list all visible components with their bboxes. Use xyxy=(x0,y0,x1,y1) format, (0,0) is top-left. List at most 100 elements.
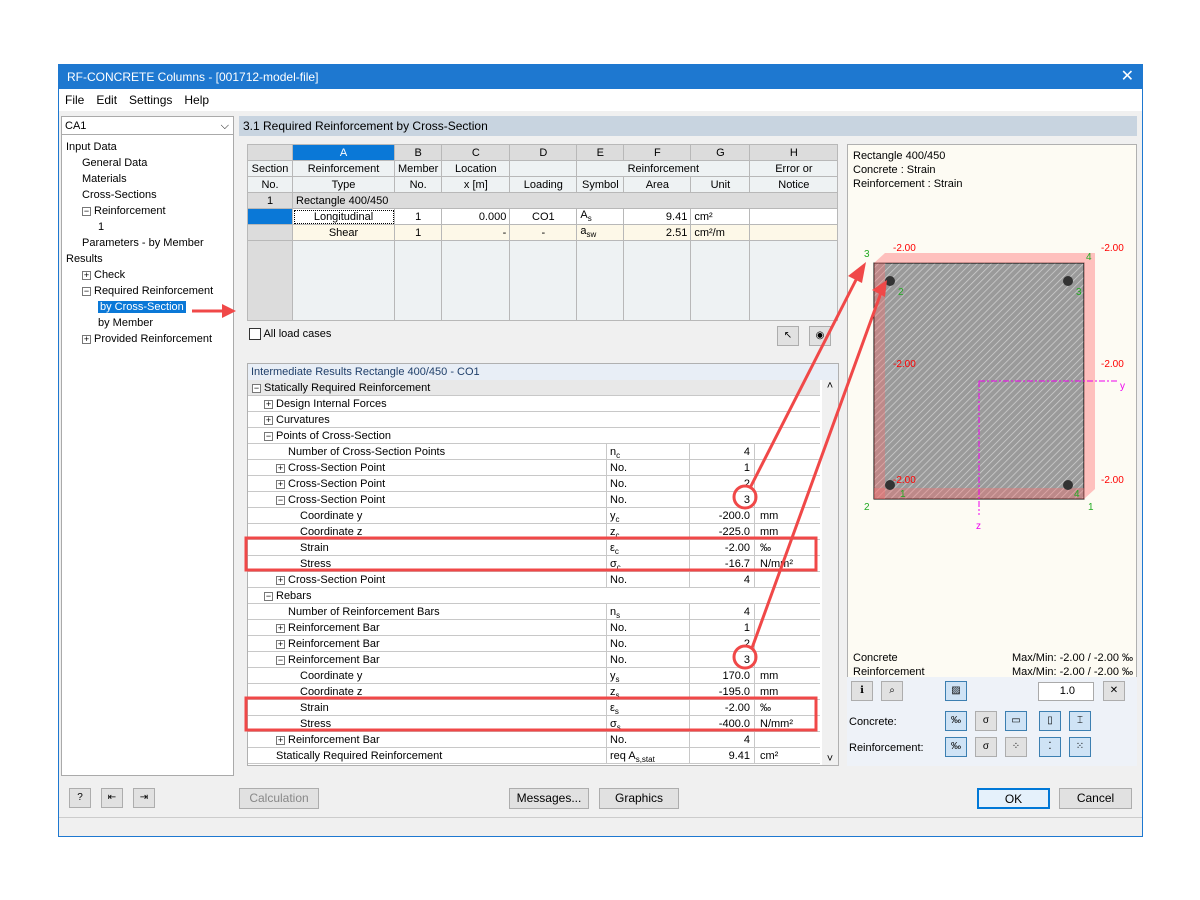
tree-row[interactable]: Stress σc -16.7 N/mm² xyxy=(248,556,820,572)
rebar-points-icon[interactable]: ⁙ xyxy=(1069,737,1091,757)
nav-item[interactable]: by Member xyxy=(98,315,153,331)
rebar-section-icon[interactable]: ⁚ xyxy=(1039,737,1061,757)
graphics-button[interactable]: Graphics xyxy=(599,788,679,809)
collapse-icon[interactable]: − xyxy=(82,206,91,216)
column-header-e[interactable]: E xyxy=(576,144,625,161)
nav-item[interactable]: Materials xyxy=(82,171,127,187)
tree-row[interactable]: − Reinforcement Bar No. 3 xyxy=(248,652,820,668)
expand-icon[interactable]: + xyxy=(276,479,285,489)
expand-icon[interactable]: + xyxy=(82,334,91,344)
tree-row[interactable]: − Rebars xyxy=(248,588,820,604)
rebar-strain-icon[interactable]: ‰ xyxy=(945,737,967,757)
all-load-cases-checkbox[interactable]: All load cases xyxy=(249,328,331,341)
tree-row[interactable]: + Cross-Section Point No. 1 xyxy=(248,460,820,476)
nav-item[interactable]: Parameters - by Member xyxy=(82,235,204,251)
expand-icon[interactable]: + xyxy=(276,639,285,649)
cross-section-graphic[interactable]: -2.00 -2.00 -2.00 -2.00 -2.00 -2.00 1 2 … xyxy=(848,145,1138,565)
calculation-button[interactable]: Calculation xyxy=(239,788,319,809)
nav-item[interactable]: 1 xyxy=(98,219,104,235)
concrete-values-icon[interactable]: ▭ xyxy=(1005,711,1027,731)
tree-row[interactable]: + Cross-Section Point No. 2 xyxy=(248,476,820,492)
eye-icon[interactable]: ◉ xyxy=(809,326,831,346)
export-icon[interactable]: ⇥ xyxy=(133,788,155,808)
case-select[interactable]: CA1 ⌵ xyxy=(62,117,233,135)
nav-item[interactable]: − Required Reinforcement xyxy=(82,283,213,299)
expand-icon[interactable]: + xyxy=(264,415,273,425)
tree-row[interactable]: Coordinate z zs -195.0 mm xyxy=(248,684,820,700)
menu-file[interactable]: File xyxy=(65,93,84,107)
column-header-b[interactable]: B xyxy=(393,144,443,161)
column-header-a[interactable]: A xyxy=(292,144,395,161)
header-type2: Type xyxy=(292,176,395,193)
help-icon[interactable]: ? xyxy=(69,788,91,808)
tree-row[interactable]: − Cross-Section Point No. 3 xyxy=(248,492,820,508)
column-header-h[interactable]: H xyxy=(749,144,839,161)
tree-row[interactable]: + Reinforcement Bar No. 4 xyxy=(248,732,820,748)
hatch-icon[interactable]: ▨ xyxy=(945,681,967,701)
select-icon[interactable]: ↖ xyxy=(777,326,799,346)
nav-item[interactable]: General Data xyxy=(82,155,147,171)
menu-settings[interactable]: Settings xyxy=(129,93,172,107)
scale-stepper[interactable]: 1.0 xyxy=(1038,682,1094,701)
collapse-icon[interactable]: − xyxy=(276,655,285,665)
tree-row[interactable]: + Cross-Section Point No. 4 xyxy=(248,572,820,588)
nav-item[interactable]: − Reinforcement xyxy=(82,203,166,219)
nav-item[interactable]: + Provided Reinforcement xyxy=(82,331,212,347)
tree-row[interactable]: − Points of Cross-Section xyxy=(248,428,820,444)
expand-icon[interactable]: + xyxy=(276,463,285,473)
tree-row[interactable]: Strain εc -2.00 ‰ xyxy=(248,540,820,556)
tree-row[interactable]: Statically Required Reinforcement req As,… xyxy=(248,748,820,764)
expand-icon[interactable]: + xyxy=(82,270,91,280)
tree-row[interactable]: + Reinforcement Bar No. 1 xyxy=(248,620,820,636)
menu-help[interactable]: Help xyxy=(184,93,209,107)
concrete-points-icon[interactable]: ⌶ xyxy=(1069,711,1091,731)
import-icon[interactable]: ⇤ xyxy=(101,788,123,808)
scrollbar[interactable]: ˄ ˅ xyxy=(822,380,838,765)
cancel-button[interactable]: Cancel xyxy=(1059,788,1132,809)
table-row[interactable]: Shear 1- - asw 2.51 cm²/m xyxy=(247,224,839,241)
tree-row[interactable]: Coordinate y ys 170.0 mm xyxy=(248,668,820,684)
menu-edit[interactable]: Edit xyxy=(96,93,117,107)
collapse-icon[interactable]: − xyxy=(264,591,273,601)
nav-item[interactable]: Cross-Sections xyxy=(82,187,157,203)
close-icon[interactable]: ✕ xyxy=(1121,65,1134,89)
expand-icon[interactable]: + xyxy=(276,623,285,633)
concrete-section-icon[interactable]: ▯ xyxy=(1039,711,1061,731)
tree-row[interactable]: Coordinate z zc -225.0 mm xyxy=(248,524,820,540)
column-header-f[interactable]: F xyxy=(623,144,692,161)
tree-row[interactable]: + Curvatures xyxy=(248,412,820,428)
table-row[interactable]: Longitudinal 1 0.000 CO1 As 9.41 cm² xyxy=(247,208,839,225)
tree-row[interactable]: Coordinate y yc -200.0 mm xyxy=(248,508,820,524)
rebar-stress-icon[interactable]: σ xyxy=(975,737,997,757)
collapse-icon[interactable]: − xyxy=(252,383,261,393)
collapse-icon[interactable]: − xyxy=(82,286,91,296)
concrete-stress-icon[interactable]: σ xyxy=(975,711,997,731)
column-header-d[interactable]: D xyxy=(509,144,578,161)
ok-button[interactable]: OK xyxy=(977,788,1050,809)
column-header-c[interactable]: C xyxy=(441,144,511,161)
concrete-strain-icon[interactable]: ‰ xyxy=(945,711,967,731)
tree-row[interactable]: − Statically Required Reinforcement xyxy=(248,380,820,396)
rebar-values-icon[interactable]: ⁘ xyxy=(1005,737,1027,757)
nav-item[interactable]: + Check xyxy=(82,267,125,283)
section-number[interactable]: 1 xyxy=(247,192,293,209)
expand-icon[interactable]: + xyxy=(276,575,285,585)
nav-item[interactable]: Results xyxy=(66,251,103,267)
zoom-details-icon[interactable]: ⌕ xyxy=(881,681,903,701)
nav-item[interactable]: by Cross-Section xyxy=(98,299,186,315)
tree-row[interactable]: Number of Cross-Section Points nc 4 xyxy=(248,444,820,460)
tree-row[interactable]: Number of Reinforcement Bars ns 4 xyxy=(248,604,820,620)
nav-item[interactable]: Input Data xyxy=(66,139,117,155)
expand-icon[interactable]: + xyxy=(276,735,285,745)
tree-row[interactable]: Strain εs -2.00 ‰ xyxy=(248,700,820,716)
tree-row[interactable]: + Reinforcement Bar No. 2 xyxy=(248,636,820,652)
tree-row[interactable]: + Design Internal Forces xyxy=(248,396,820,412)
reset-view-icon[interactable]: ✕ xyxy=(1103,681,1125,701)
collapse-icon[interactable]: − xyxy=(264,431,273,441)
messages-button[interactable]: Messages... xyxy=(509,788,589,809)
info-icon[interactable]: ℹ xyxy=(851,681,873,701)
expand-icon[interactable]: + xyxy=(264,399,273,409)
tree-row[interactable]: Stress σs -400.0 N/mm² xyxy=(248,716,820,732)
collapse-icon[interactable]: − xyxy=(276,495,285,505)
column-header-g[interactable]: G xyxy=(690,144,751,161)
